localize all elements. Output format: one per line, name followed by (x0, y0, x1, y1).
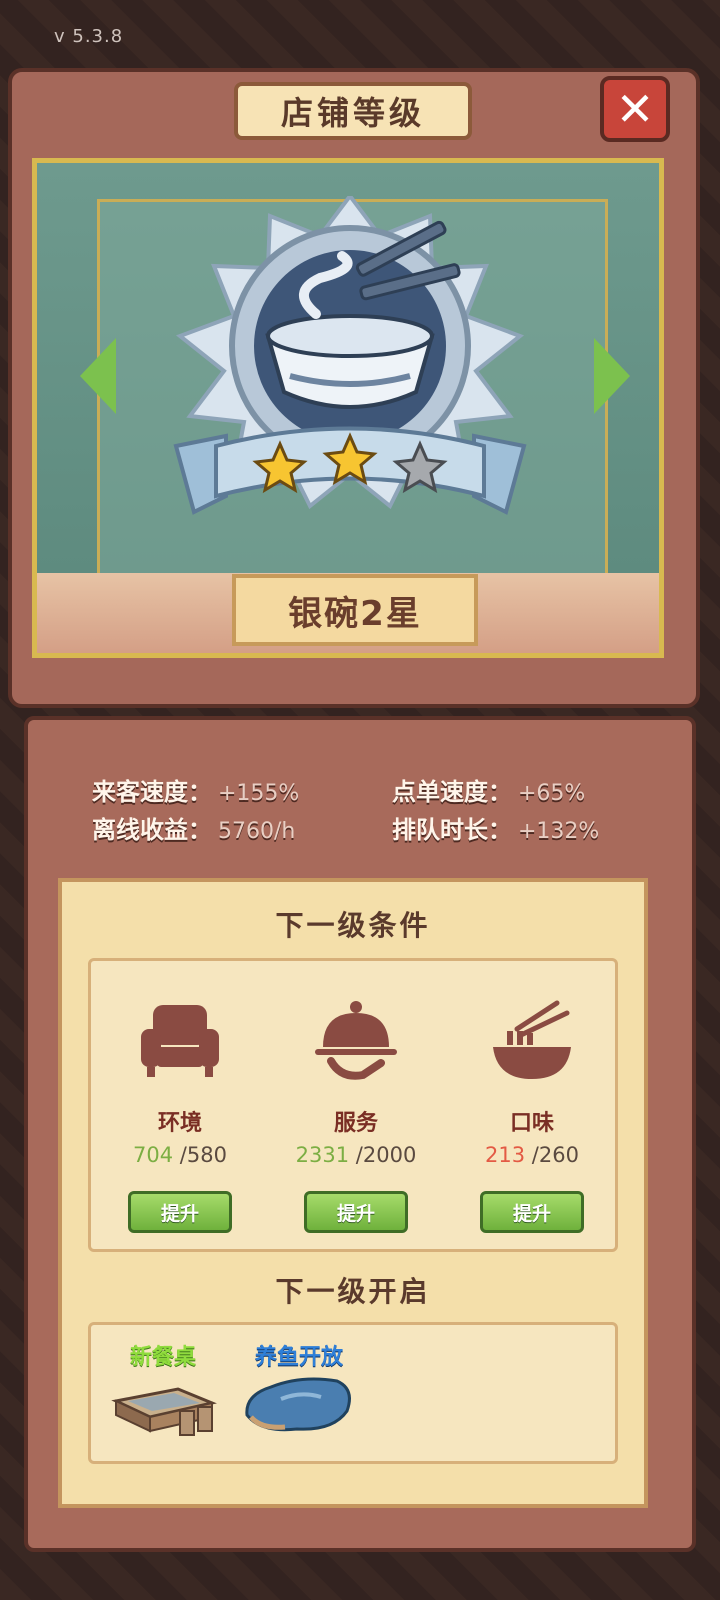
next-level-conditions-heading: 下一级条件 (275, 909, 431, 942)
condition-name: 环境 (157, 1111, 202, 1136)
customer-speed-stat: 来客速度： +155% (92, 772, 299, 807)
unlock-label: 养鱼开放 (254, 1345, 343, 1370)
upgrade-environment-button[interactable]: 提升 (128, 1191, 232, 1233)
condition-progress: 704 /580 (95, 1143, 265, 1167)
condition-required: /260 (531, 1143, 579, 1167)
condition-required: /2000 (355, 1143, 417, 1167)
rank-badge (173, 196, 527, 515)
order-speed-label: 点单速度： (392, 778, 512, 806)
conditions-card: 下一级条件 环境 704 /580 提升 服务 2331 /2000 提升 口味… (58, 878, 648, 1508)
offline-income-value: 5760/h (218, 819, 296, 844)
close-icon: ✕ (615, 82, 655, 136)
order-speed-stat: 点单速度： +65% (392, 772, 585, 807)
dining-table-icon (111, 1387, 217, 1436)
fish-pond-icon (245, 1377, 351, 1432)
unlock-label: 新餐桌 (129, 1345, 196, 1370)
serving-cloche-icon (315, 1001, 397, 1080)
unlock-new-table: 新餐桌 (103, 1339, 223, 1447)
upgrade-taste-button[interactable]: 提升 (480, 1191, 584, 1233)
previous-rank-arrow-icon[interactable] (80, 338, 116, 414)
condition-current: 704 (133, 1143, 174, 1167)
offline-income-label: 离线收益： (92, 816, 212, 844)
conditions-box: 环境 704 /580 提升 服务 2331 /2000 提升 口味 213 /… (88, 958, 618, 1252)
customer-speed-label: 来客速度： (92, 778, 212, 806)
noodle-bowl-icon (493, 1000, 571, 1079)
close-button[interactable]: ✕ (600, 76, 670, 142)
condition-name: 口味 (509, 1111, 554, 1136)
condition-name: 服务 (333, 1111, 378, 1136)
unlock-fish-farming: 养鱼开放 (237, 1339, 361, 1441)
queue-time-stat: 排队时长： +132% (392, 810, 599, 845)
condition-environment: 环境 704 /580 提升 (95, 995, 265, 1233)
version-label: v 5.3.8 (54, 26, 124, 47)
upgrade-service-button[interactable]: 提升 (304, 1191, 408, 1233)
page-title: 店铺等级 (234, 82, 472, 140)
order-speed-value: +65% (518, 781, 586, 806)
condition-current: 2331 (295, 1143, 350, 1167)
next-level-unlocks-heading: 下一级开启 (275, 1275, 431, 1308)
condition-service: 服务 2331 /2000 提升 (271, 995, 441, 1233)
condition-progress: 213 /260 (447, 1143, 617, 1167)
unlocks-box: 新餐桌 养鱼开放 (88, 1322, 618, 1464)
condition-required: /580 (179, 1143, 227, 1167)
rank-label: 银碗2星 (232, 574, 478, 646)
customer-speed-value: +155% (218, 781, 300, 806)
condition-progress: 2331 /2000 (271, 1143, 441, 1167)
next-rank-arrow-icon[interactable] (594, 338, 630, 414)
condition-current: 213 (485, 1143, 526, 1167)
condition-taste: 口味 213 /260 提升 (447, 995, 617, 1233)
queue-time-label: 排队时长： (392, 816, 512, 844)
offline-income-stat: 离线收益： 5760/h (92, 810, 295, 845)
armchair-icon (141, 1005, 219, 1077)
queue-time-value: +132% (518, 819, 600, 844)
